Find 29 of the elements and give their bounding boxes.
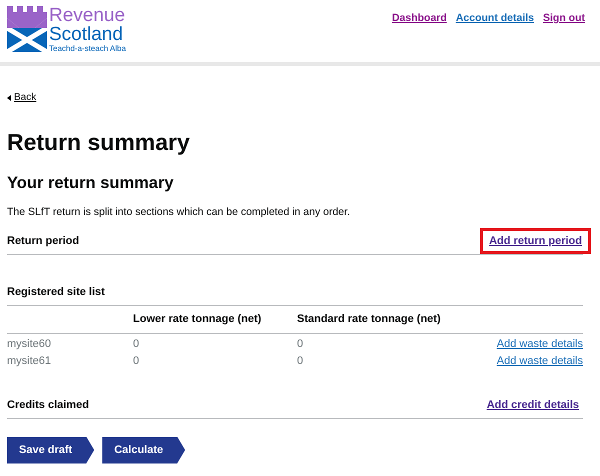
logo-tagline: Teachd-a-steach Alba xyxy=(49,45,126,53)
action-link[interactable]: Add credit details xyxy=(482,396,583,414)
section-label: Return period xyxy=(7,234,80,246)
nav-link[interactable]: Dashboard xyxy=(392,12,447,24)
caret-icon xyxy=(7,94,11,100)
saltire-castle-icon xyxy=(7,6,47,52)
column-header: Standard rate tonnage (net) xyxy=(297,313,442,325)
page-title: Return summary xyxy=(7,128,191,156)
logo-wordmark: Scotland xyxy=(49,25,124,44)
section-label: Credits claimed xyxy=(7,398,89,410)
nav-link[interactable]: Sign out xyxy=(543,12,585,24)
section-label: Registered site list xyxy=(7,286,105,298)
column-header: Lower rate tonnage (net) xyxy=(133,313,262,325)
arrow-button[interactable]: Calculate xyxy=(102,436,186,464)
action-link[interactable]: Add waste details xyxy=(496,338,583,350)
back-link[interactable]: Back xyxy=(7,92,36,103)
intro-text: The SLfT return is split into sections which can be completed in any order. xyxy=(7,206,351,218)
logo-wordmark: Revenue xyxy=(49,6,126,25)
table-cell-text: 0 xyxy=(133,355,140,367)
nav-link[interactable]: Account details xyxy=(456,12,534,24)
table-cell-text: mysite60 xyxy=(7,338,52,350)
arrow-button[interactable]: Save draft xyxy=(7,436,94,464)
section-title: Your return summary xyxy=(7,172,175,194)
action-link[interactable]: Add return period xyxy=(480,228,591,254)
table-cell-text: 0 xyxy=(133,338,140,350)
action-link[interactable]: Add waste details xyxy=(496,355,583,367)
table-cell-text: 0 xyxy=(297,338,304,350)
table-cell-text: mysite61 xyxy=(7,355,52,367)
table-cell-text: 0 xyxy=(297,355,304,367)
